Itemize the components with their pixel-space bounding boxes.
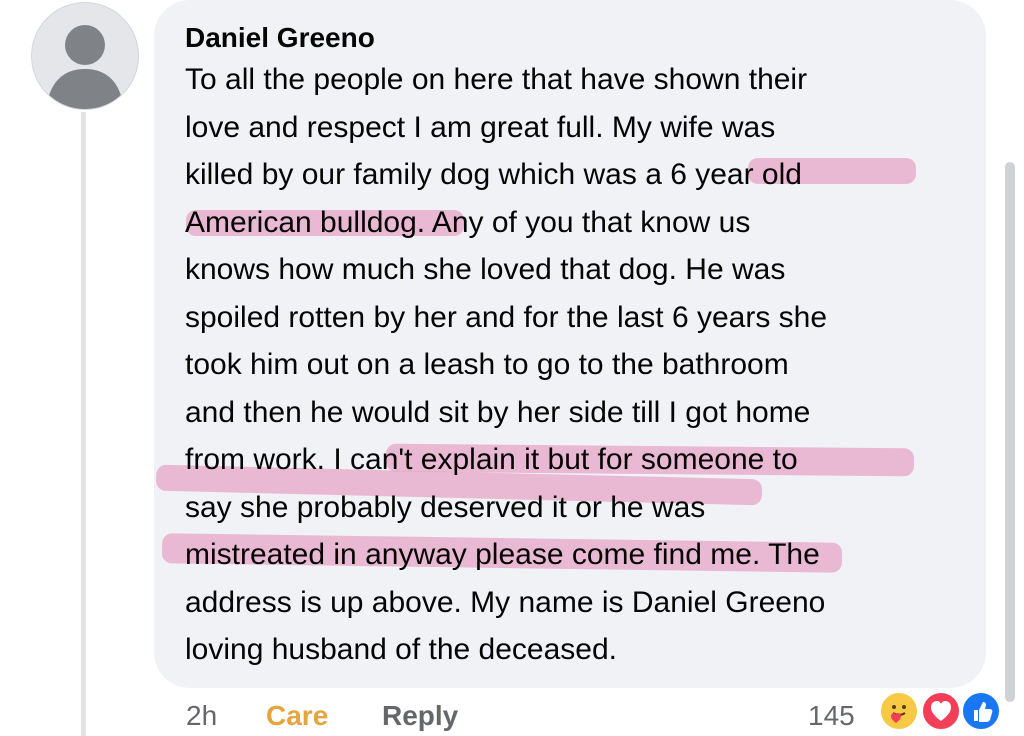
reply-button[interactable]: Reply <box>382 700 458 732</box>
like-icon <box>960 690 1002 732</box>
comment-line: say she probably deserved it or he was <box>185 490 706 524</box>
comment-line: killed by our family dog which was a 6 y… <box>185 158 802 191</box>
comment-line: address is up above. My name is Daniel G… <box>185 585 826 619</box>
avatar[interactable] <box>31 2 139 110</box>
user-silhouette-icon <box>46 25 124 109</box>
comment-line: knows how much she loved that dog. He wa… <box>185 253 786 286</box>
reaction-icons[interactable] <box>872 690 1012 736</box>
comment-author[interactable]: Daniel Greeno <box>185 22 375 54</box>
comment-body: To all the people on here that have show… <box>185 56 985 674</box>
comment-line: from work. I can't explain it but for so… <box>185 443 798 476</box>
comment-line: took him out on a leash to go to the bat… <box>185 348 789 381</box>
scrollbar[interactable] <box>1005 162 1015 702</box>
love-icon <box>920 690 962 732</box>
comment-line: and then he would sit by her side till I… <box>185 395 811 429</box>
comment-line: mistreated in anyway please come find me… <box>185 538 820 571</box>
comment-line: spoiled rotten by her and for the last 6… <box>185 300 828 334</box>
care-reaction-button[interactable]: Care <box>266 700 328 732</box>
thread-line <box>81 112 86 736</box>
comment-line: love and respect I am great full. My wif… <box>185 110 776 144</box>
comment-line: loving husband of the deceased. <box>185 633 617 666</box>
comment-line: To all the people on here that have show… <box>185 63 808 96</box>
comment-line: American bulldog. Any of you that know u… <box>185 205 751 239</box>
comment-timestamp[interactable]: 2h <box>186 700 217 732</box>
care-icon <box>878 690 920 732</box>
reaction-count[interactable]: 145 <box>808 700 855 732</box>
